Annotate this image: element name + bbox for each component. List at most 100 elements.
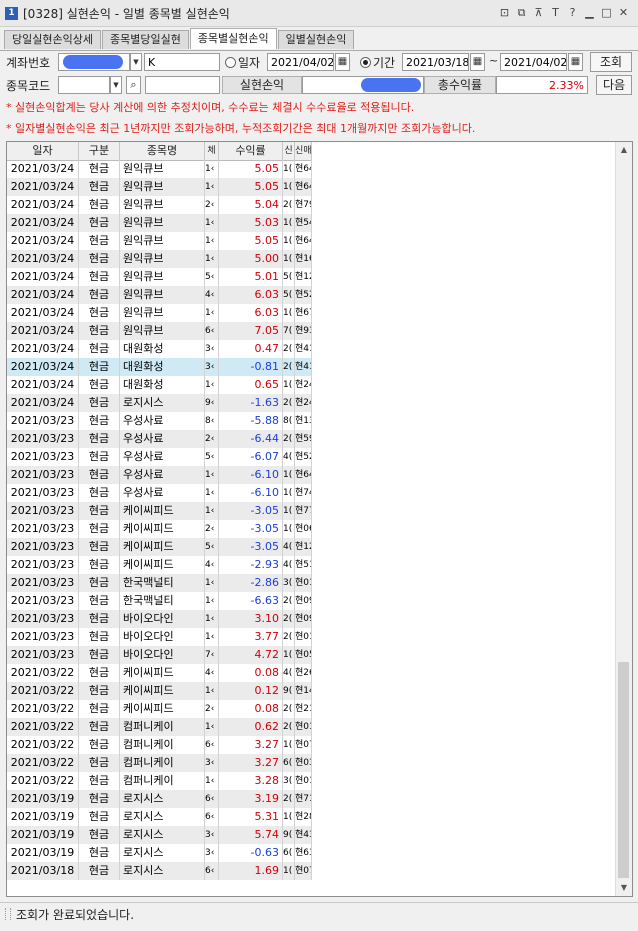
table-row[interactable]: 2021/03/24현금원익큐브5‹5.015(현12 (7, 268, 312, 286)
table-row[interactable]: 2021/03/22현금케이씨피드2‹0.082(현21 (7, 700, 312, 718)
table-row[interactable]: 2021/03/24현금원익큐브1‹5.051(현64 (7, 160, 312, 178)
table-row[interactable]: 2021/03/23현금한국맥널티1‹-2.863(현01 (7, 574, 312, 592)
table-row[interactable]: 2021/03/19현금로지시스3‹-0.636(현63 (7, 844, 312, 862)
query-button[interactable]: 조회 (590, 52, 632, 72)
cell-type: 현금 (79, 430, 120, 448)
table-row[interactable]: 2021/03/23현금바이오다인7‹4.721(현05 (7, 646, 312, 664)
vertical-scrollbar[interactable]: ▲ ▼ (615, 142, 632, 896)
table-row[interactable]: 2021/03/18현금로지시스6‹1.691(현07 (7, 862, 312, 880)
table-row[interactable]: 2021/03/24현금원익큐브2‹5.042(현79 (7, 196, 312, 214)
table-row[interactable]: 2021/03/23현금우성사료8‹-5.888(현13 (7, 412, 312, 430)
daily-radio[interactable] (225, 57, 236, 68)
tab-today-realized-detail[interactable]: 당일실현손익상세 (4, 30, 101, 49)
table-row[interactable]: 2021/03/22현금케이씨피드1‹0.129(현14 (7, 682, 312, 700)
calendar-icon[interactable]: ▦ (470, 53, 485, 71)
help-icon[interactable]: ? (564, 5, 581, 20)
table-row[interactable]: 2021/03/23현금케이씨피드4‹-2.934(현51 (7, 556, 312, 574)
table-row[interactable]: 2021/03/23현금한국맥널티1‹-6.632(현09 (7, 592, 312, 610)
header-type[interactable]: 구분 (79, 142, 120, 160)
table-row[interactable]: 2021/03/23현금바이오다인1‹3.102(현09 (7, 610, 312, 628)
cell-date: 2021/03/24 (7, 196, 79, 214)
table-row[interactable]: 2021/03/24현금원익큐브1‹5.001(현16 (7, 250, 312, 268)
cell-credit-type: 현52 (295, 286, 312, 304)
cell-stock-name: 우성사료 (120, 448, 205, 466)
cell-stock-name: 한국맥널티 (120, 574, 205, 592)
cell-return-rate: 5.04 (219, 196, 283, 214)
table-row[interactable]: 2021/03/22현금컴퍼니케이1‹0.622(현01 (7, 718, 312, 736)
next-button[interactable]: 다음 (596, 75, 632, 95)
table-row[interactable]: 2021/03/23현금우성사료1‹-6.101(현74 (7, 484, 312, 502)
table-row[interactable]: 2021/03/23현금우성사료2‹-6.442(현59 (7, 430, 312, 448)
cell-credit-type: 현14 (295, 682, 312, 700)
pin-icon[interactable]: ⊼ (530, 5, 547, 20)
table-row[interactable]: 2021/03/19현금로지시스6‹3.192(현71 (7, 790, 312, 808)
table-row[interactable]: 2021/03/24현금대원화성3‹-0.812(현41 (7, 358, 312, 376)
scroll-down-icon[interactable]: ▼ (616, 880, 632, 896)
cell-date: 2021/03/24 (7, 214, 79, 232)
stock-code-dropdown-icon[interactable]: ▼ (110, 76, 122, 94)
copy-window-icon[interactable]: ⧉ (513, 5, 530, 20)
table-row[interactable]: 2021/03/23현금바이오다인1‹3.772(현01 (7, 628, 312, 646)
table-row[interactable]: 2021/03/24현금원익큐브6‹7.057(현93 (7, 322, 312, 340)
table-row[interactable]: 2021/03/23현금케이씨피드1‹-3.051(현77 (7, 502, 312, 520)
cell-return-rate: -3.05 (219, 538, 283, 556)
table-row[interactable]: 2021/03/23현금케이씨피드5‹-3.054(현12 (7, 538, 312, 556)
table-row[interactable]: 2021/03/24현금원익큐브1‹5.051(현64 (7, 232, 312, 250)
scroll-thumb[interactable] (618, 662, 629, 878)
header-credit-type[interactable]: 신매 (295, 142, 312, 160)
table-row[interactable]: 2021/03/22현금컴퍼니케이3‹3.276(현03 (7, 754, 312, 772)
cell-return-rate: -6.10 (219, 484, 283, 502)
font-icon[interactable]: T (547, 5, 564, 20)
link-icon[interactable]: ⊡ (496, 5, 513, 20)
header-stock-name[interactable]: 종목명 (120, 142, 205, 160)
header-credit[interactable]: 신 (283, 142, 295, 160)
cell-type: 현금 (79, 556, 120, 574)
cell-stock-name: 원익큐브 (120, 268, 205, 286)
account-dropdown-icon[interactable]: ▼ (130, 53, 142, 71)
cell-exec: 4‹ (205, 664, 219, 682)
cell-exec: 1‹ (205, 592, 219, 610)
account-number-input[interactable] (58, 53, 130, 71)
table-row[interactable]: 2021/03/24현금대원화성1‹0.651(현24 (7, 376, 312, 394)
table-row[interactable]: 2021/03/23현금케이씨피드2‹-3.051(현06 (7, 520, 312, 538)
cell-date: 2021/03/24 (7, 232, 79, 250)
table-row[interactable]: 2021/03/22현금컴퍼니케이1‹3.283(현01 (7, 772, 312, 790)
table-row[interactable]: 2021/03/24현금원익큐브1‹5.031(현54 (7, 214, 312, 232)
table-row[interactable]: 2021/03/22현금컴퍼니케이6‹3.271(현07 (7, 736, 312, 754)
table-row[interactable]: 2021/03/24현금로지시스9‹-1.632(현24 (7, 394, 312, 412)
cell-credit-type: 현21 (295, 700, 312, 718)
calendar-icon[interactable]: ▦ (335, 53, 350, 71)
daily-date-input[interactable]: 2021/04/02 (267, 53, 334, 71)
maximize-button[interactable]: □ (598, 5, 615, 20)
cell-credit-type: 현12 (295, 538, 312, 556)
table-row[interactable]: 2021/03/19현금로지시스6‹5.311(현28 (7, 808, 312, 826)
table-row[interactable]: 2021/03/24현금원익큐브1‹6.031(현67 (7, 304, 312, 322)
calendar-icon[interactable]: ▦ (568, 53, 583, 71)
period-to-input[interactable]: 2021/04/02 (500, 53, 567, 71)
period-from-input[interactable]: 2021/03/18 (402, 53, 469, 71)
tab-daily-realized-pnl[interactable]: 일별실현손익 (277, 30, 355, 49)
header-exec[interactable]: 체 (205, 142, 219, 160)
realized-pnl-grid[interactable]: 일자 구분 종목명 체 수익률 신 신매 2021/03/24 현금 원익큐브 1‹ 5… (6, 141, 633, 897)
stock-code-input[interactable] (58, 76, 110, 94)
tab-stock-today-realized[interactable]: 종목별당일실현 (101, 30, 189, 49)
search-icon[interactable]: ⌕ (126, 76, 141, 94)
minimize-button[interactable]: ▁ (581, 5, 598, 20)
table-row[interactable]: 2021/03/22현금케이씨피드4‹0.084(현26 (7, 664, 312, 682)
close-button[interactable]: ✕ (615, 5, 632, 20)
cell-type: 현금 (79, 196, 120, 214)
tab-stock-realized-pnl[interactable]: 종목별실현손익 (189, 28, 277, 49)
table-row[interactable]: 2021/03/24현금원익큐브4‹6.035(현52 (7, 286, 312, 304)
table-row[interactable]: 2021/03/19현금로지시스3‹5.749(현43 (7, 826, 312, 844)
cell-credit: 3( (283, 574, 295, 592)
table-row[interactable]: 2021/03/24현금대원화성3‹0.472(현41 (7, 340, 312, 358)
cell-stock-name: 컴퍼니케이 (120, 736, 205, 754)
period-radio[interactable] (360, 57, 371, 68)
header-return-rate[interactable]: 수익률 (219, 142, 283, 160)
table-row[interactable]: 2021/03/24현금원익큐브1‹5.051(현64 (7, 178, 312, 196)
header-date[interactable]: 일자 (7, 142, 79, 160)
table-row[interactable]: 2021/03/23현금우성사료1‹-6.101(현64 (7, 466, 312, 484)
cell-exec: 1‹ (205, 772, 219, 790)
table-row[interactable]: 2021/03/23현금우성사료5‹-6.074(현52 (7, 448, 312, 466)
scroll-up-icon[interactable]: ▲ (616, 142, 632, 158)
